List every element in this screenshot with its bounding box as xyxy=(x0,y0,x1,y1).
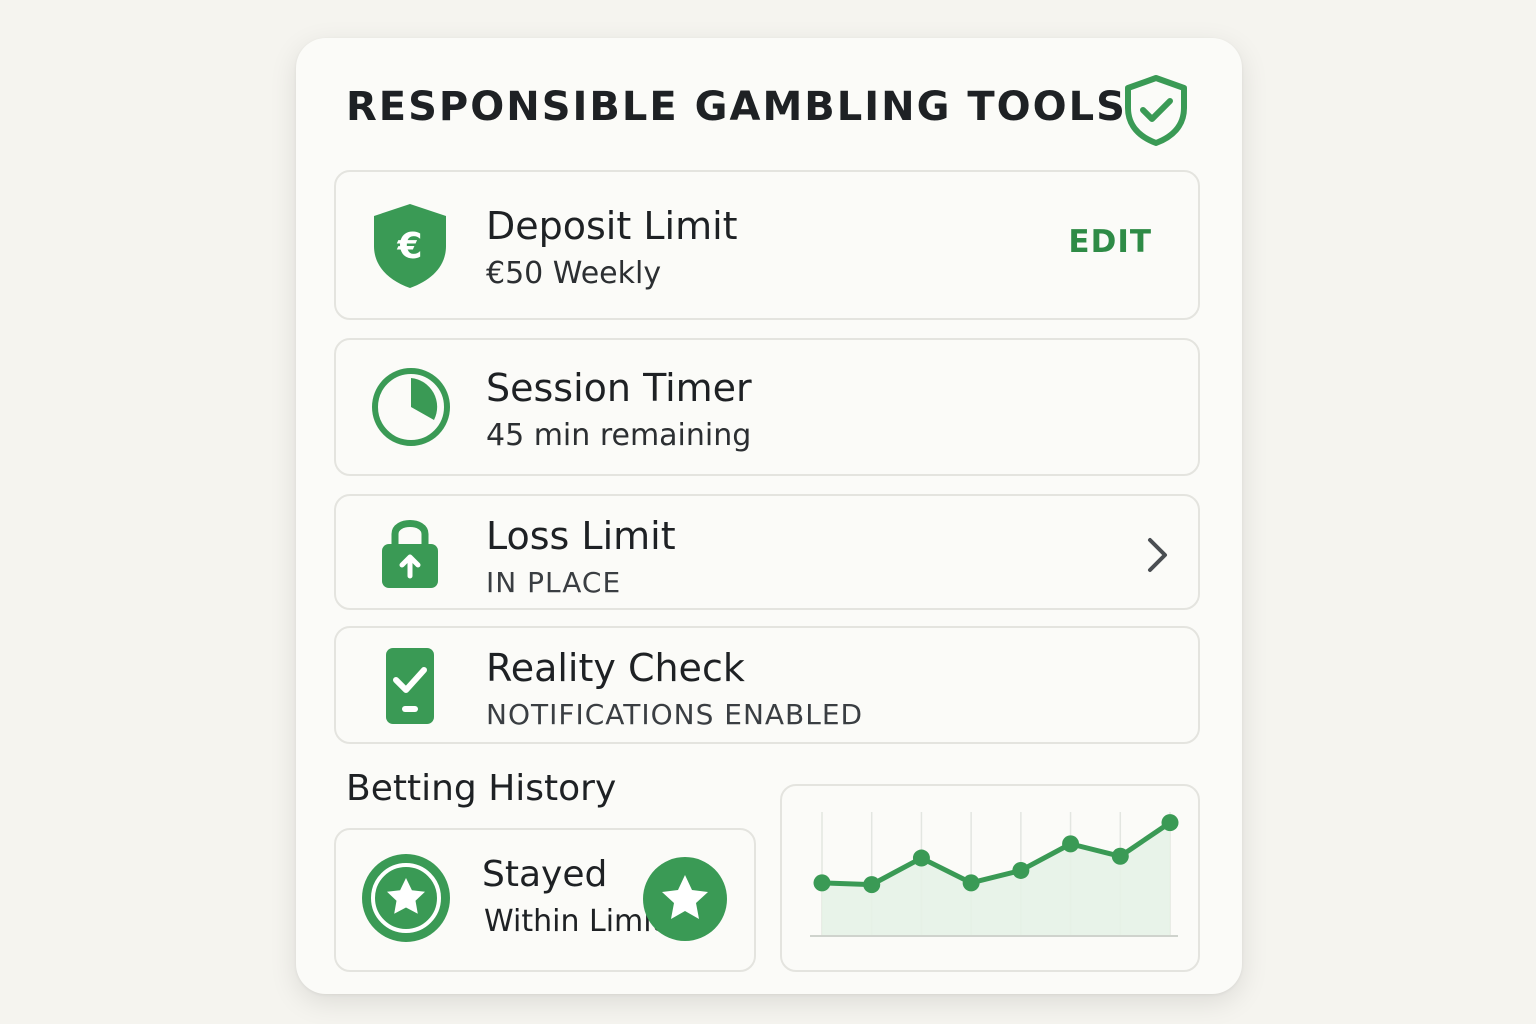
deposit-limit-title: Deposit Limit xyxy=(486,204,738,248)
chart-point-4 xyxy=(962,874,980,892)
padlock-icon xyxy=(382,520,438,588)
deposit-limit-value: €50 Weekly xyxy=(486,256,662,291)
betting-history-chart xyxy=(810,812,1179,937)
stayed-label: Stayed xyxy=(482,854,608,895)
responsible-gambling-panel: RESPONSIBLE GAMBLING TOOLS € Deposit Lim… xyxy=(296,38,1242,994)
star-circle-icon xyxy=(643,857,727,941)
edit-button[interactable]: EDIT xyxy=(1068,224,1152,260)
chart-point-6 xyxy=(1062,835,1080,853)
session-timer-title: Session Timer xyxy=(486,366,752,410)
chart-point-5 xyxy=(1012,861,1030,879)
chart-point-3 xyxy=(912,849,930,867)
chart-point-7 xyxy=(1111,847,1129,865)
star-badge-icon xyxy=(362,854,450,942)
panel-title: RESPONSIBLE GAMBLING TOOLS xyxy=(346,84,1127,130)
within-limit-label: Within Limit xyxy=(484,904,664,939)
session-timer-remaining: 45 min remaining xyxy=(486,418,752,453)
chart-point-1 xyxy=(813,874,831,892)
betting-history-title: Betting History xyxy=(346,768,617,809)
loss-limit-title: Loss Limit xyxy=(486,514,676,558)
loss-limit-status: IN PLACE xyxy=(486,566,622,599)
reality-check-status: NOTIFICATIONS ENABLED xyxy=(486,698,864,731)
shield-check-icon xyxy=(1125,75,1187,146)
clock-timer-icon xyxy=(372,368,450,446)
chevron-right-icon[interactable] xyxy=(1146,536,1170,574)
betting-history-chart-card xyxy=(780,784,1200,972)
euro-shield-icon: € xyxy=(374,204,446,288)
session-timer-card[interactable]: Session Timer 45 min remaining xyxy=(334,338,1200,476)
svg-text:€: € xyxy=(396,226,422,267)
reality-check-title: Reality Check xyxy=(486,646,745,690)
phone-check-icon xyxy=(386,648,434,724)
deposit-limit-card[interactable]: € Deposit Limit €50 Weekly EDIT xyxy=(334,170,1200,320)
chart-point-8 xyxy=(1161,814,1179,832)
loss-limit-card[interactable]: Loss Limit IN PLACE xyxy=(334,494,1200,610)
stayed-within-limit-card: Stayed Within Limit xyxy=(334,828,756,972)
reality-check-card[interactable]: Reality Check NOTIFICATIONS ENABLED xyxy=(334,626,1200,744)
chart-point-2 xyxy=(863,876,881,894)
